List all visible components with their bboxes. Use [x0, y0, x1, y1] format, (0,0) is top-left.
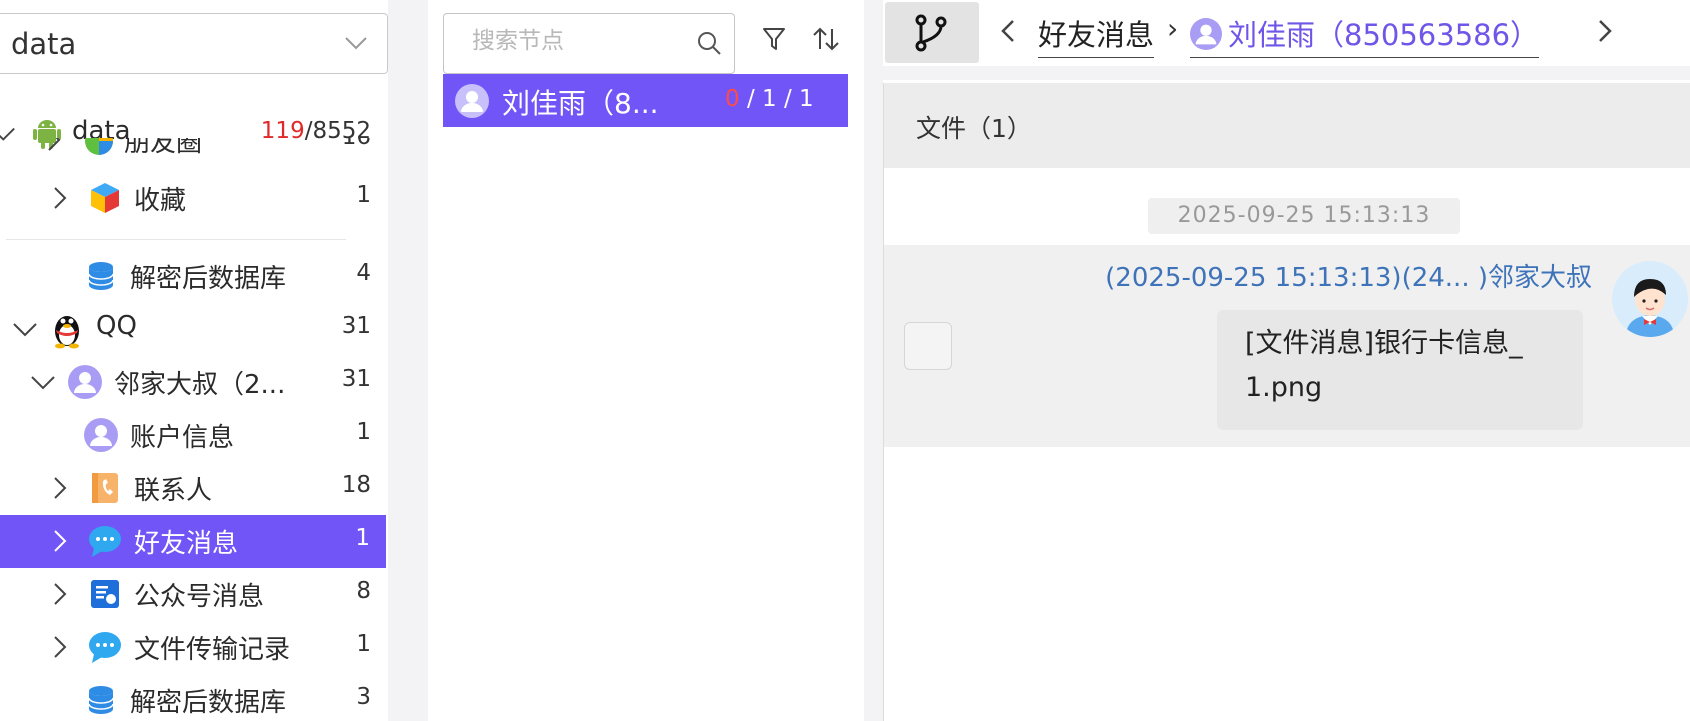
- chevron-left-icon[interactable]: [999, 16, 1017, 46]
- tree-divider: [6, 239, 346, 240]
- chevron-right-icon: [54, 187, 67, 209]
- left-tree-panel: data data 119/8552 朋友圈 16: [0, 0, 388, 721]
- tree-item-qq-account[interactable]: 邻家大叔（2... 31: [0, 356, 387, 409]
- message-list: 2025-09-25 15:13:13 (2025-09-25 15:13:13…: [883, 168, 1690, 721]
- tree-item-label: 联系人: [134, 476, 213, 506]
- tree-item-count: 1: [356, 631, 371, 657]
- root-source-select[interactable]: data: [0, 13, 388, 74]
- tree-item-label: 文件传输记录: [134, 635, 291, 665]
- tree-item-count: 18: [341, 472, 371, 498]
- chevron-right-icon: [54, 636, 67, 658]
- user-avatar-icon: [68, 365, 102, 399]
- search-input[interactable]: [472, 28, 672, 54]
- user-avatar-icon: [1190, 18, 1222, 50]
- chevron-right-icon: [54, 530, 67, 552]
- tree-item-count: 1: [356, 419, 371, 445]
- branch-view-button[interactable]: [885, 2, 979, 63]
- chevron-down-icon: [345, 37, 367, 50]
- tree-item-label: 公众号消息: [134, 582, 265, 612]
- file-section-header[interactable]: 文件（1）: [883, 83, 1690, 168]
- moments-icon: [85, 138, 113, 155]
- tree-item-count: 3: [356, 684, 371, 710]
- node-name: 刘佳雨（8...: [502, 87, 659, 120]
- tree-item-official-accounts[interactable]: 公众号消息 8: [0, 568, 387, 621]
- message-row[interactable]: (2025-09-25 15:13:13)(24... )邻家大叔 [文件消息]…: [884, 245, 1690, 447]
- tree-item-count: 16: [342, 138, 371, 150]
- tree-item-count: 1: [355, 525, 370, 551]
- filter-icon[interactable]: [762, 26, 786, 52]
- breadcrumb-parent[interactable]: 好友消息: [1038, 12, 1155, 58]
- tree-item-label: QQ: [96, 311, 137, 341]
- database-icon: [88, 686, 114, 714]
- official-account-icon: [91, 580, 119, 608]
- avatar-boy-icon: [1612, 261, 1688, 337]
- user-avatar-icon: [84, 418, 118, 452]
- chevron-right-icon[interactable]: [1596, 16, 1614, 46]
- tree-item-moments[interactable]: 朋友圈 16: [0, 138, 387, 164]
- tree-item-label: 账户信息: [130, 423, 235, 453]
- node-item-selected[interactable]: 刘佳雨（8... 0 / 1 / 1: [443, 74, 848, 127]
- tree-item-favorites[interactable]: 收藏 1: [0, 172, 387, 225]
- node-search-box[interactable]: [443, 13, 735, 74]
- chevron-down-icon: [31, 376, 55, 390]
- tree-item-label: 解密后数据库: [130, 688, 287, 718]
- tree-item-qq[interactable]: QQ 31: [0, 303, 387, 356]
- chevron-down-icon: [13, 323, 37, 337]
- node-list-panel: 刘佳雨（8... 0 / 1 / 1: [428, 0, 864, 721]
- chevron-right-icon: [54, 583, 67, 605]
- qq-penguin-icon: [55, 316, 79, 349]
- chevron-right-icon: [54, 477, 67, 499]
- panel-splitter[interactable]: [388, 0, 428, 721]
- breadcrumb-current[interactable]: 刘佳雨（850563586）: [1190, 12, 1540, 58]
- tree-item-label: 解密后数据库: [130, 264, 287, 294]
- tree-item-count: 8: [356, 578, 371, 604]
- tree-item-friend-messages[interactable]: 好友消息 1: [0, 515, 386, 568]
- favorites-icon: [91, 183, 119, 213]
- file-message-bubble[interactable]: [文件消息]银行卡信息_ 1.png: [1217, 310, 1583, 430]
- sender-avatar[interactable]: [1612, 261, 1688, 337]
- tree-item-label: 收藏: [134, 186, 187, 216]
- file-section-title: 文件（1）: [916, 114, 1032, 143]
- chat-bubble-icon: [89, 632, 121, 663]
- database-icon: [88, 262, 114, 290]
- message-text-line: [文件消息]银行卡信息_: [1245, 328, 1523, 359]
- user-avatar-icon: [455, 84, 489, 118]
- git-branch-icon: [915, 14, 947, 52]
- tree-item-count: 31: [341, 366, 371, 392]
- tree-item-count: 31: [341, 313, 371, 339]
- tree-item-decrypted-db[interactable]: 解密后数据库 4: [0, 250, 387, 303]
- tree-item-count: 1: [356, 182, 371, 208]
- message-sender[interactable]: (2025-09-25 15:13:13)(24... )邻家大叔: [1105, 257, 1592, 294]
- search-icon[interactable]: [696, 30, 722, 56]
- panel-splitter[interactable]: [864, 0, 883, 721]
- sort-icon[interactable]: [812, 26, 840, 52]
- toolbar-divider: [883, 66, 1690, 80]
- tree-item-file-transfer[interactable]: 文件传输记录 1: [0, 621, 387, 674]
- date-separator: 2025-09-25 15:13:13: [1148, 198, 1460, 234]
- tree-item-label: 好友消息: [134, 529, 239, 559]
- tree-item-decrypted-db-qq[interactable]: 解密后数据库 3: [0, 674, 387, 721]
- tree-item-account-info[interactable]: 账户信息 1: [0, 409, 387, 462]
- tree-item-label: 朋友圈: [124, 138, 203, 158]
- message-text-line: 1.png: [1245, 372, 1323, 403]
- chat-bubble-icon: [89, 526, 121, 557]
- root-select-value: data: [11, 27, 77, 61]
- message-checkbox[interactable]: [904, 322, 952, 370]
- contacts-book-icon: [92, 473, 118, 503]
- tree-item-label: 邻家大叔（2...: [114, 370, 286, 400]
- tree-item-contacts[interactable]: 联系人 18: [0, 462, 387, 515]
- node-counts: 0 / 1 / 1: [725, 86, 814, 112]
- tree-item-count: 4: [356, 260, 371, 286]
- chevron-right-icon: [48, 138, 61, 151]
- breadcrumb-separator: ›: [1167, 12, 1179, 45]
- detail-panel: 好友消息 › 刘佳雨（850563586） 文件（1） 2025-09-25 1…: [883, 0, 1690, 721]
